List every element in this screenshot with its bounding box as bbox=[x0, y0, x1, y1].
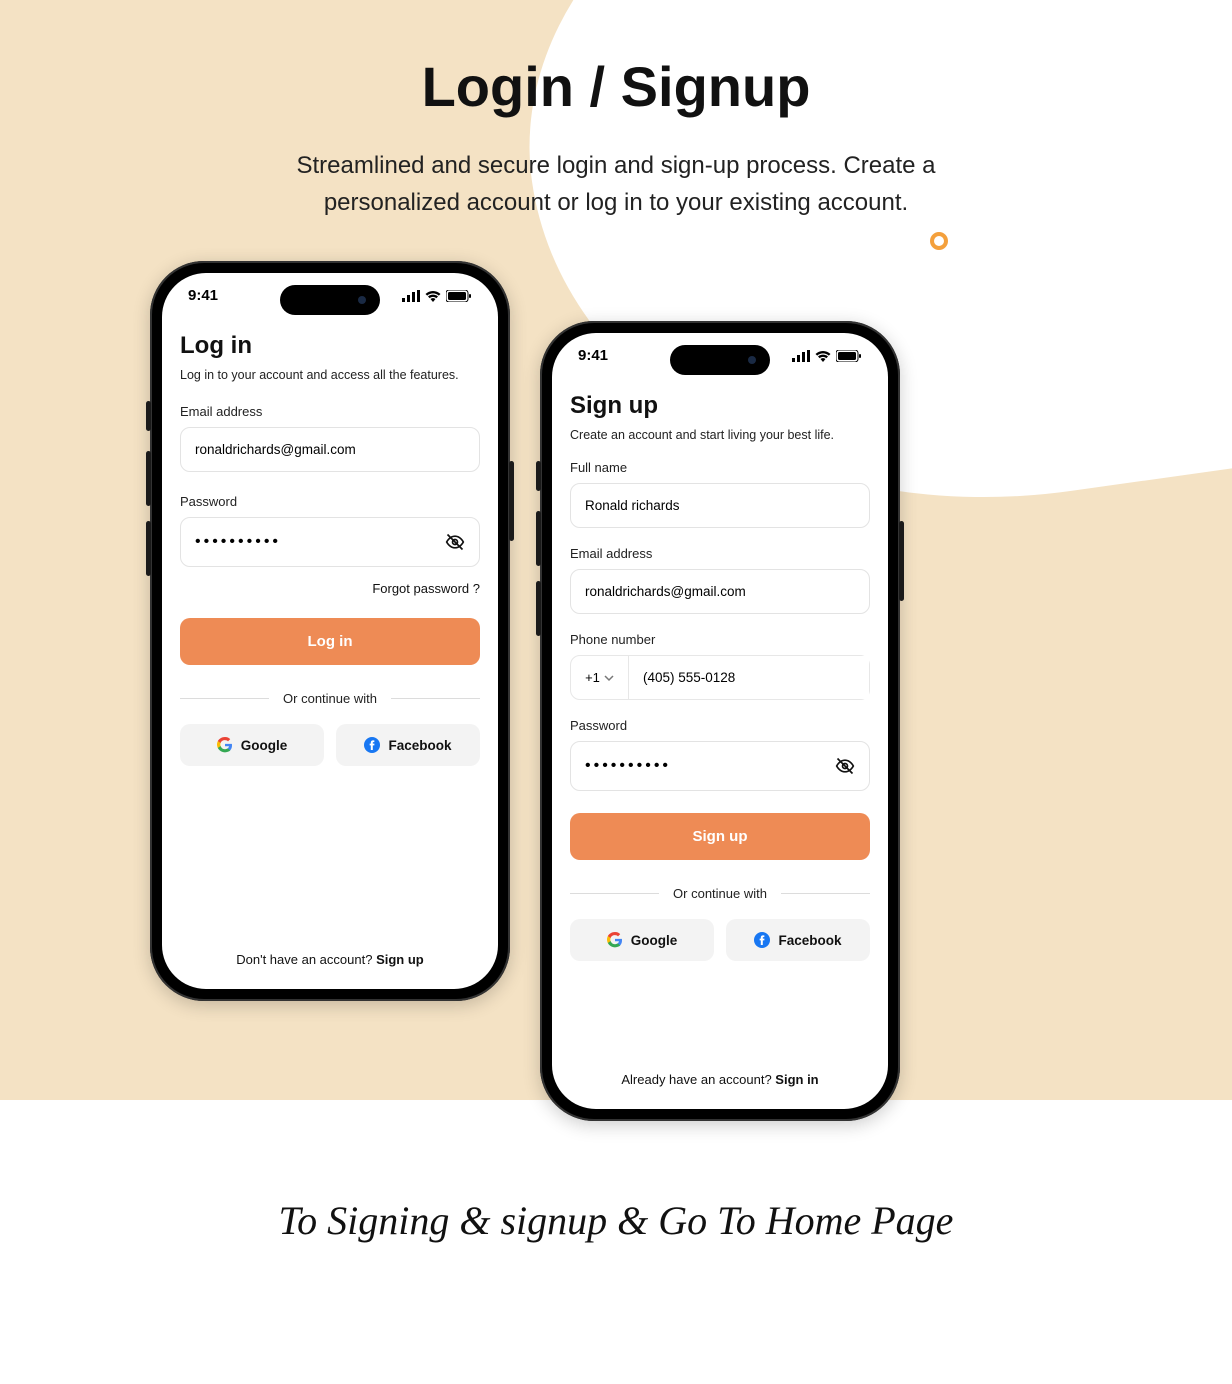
phone-side-button bbox=[509, 461, 514, 541]
footer-script-text: To Signing & signup & Go To Home Page bbox=[0, 1197, 1232, 1244]
battery-icon bbox=[446, 290, 472, 302]
forgot-password-link[interactable]: Forgot password ? bbox=[180, 581, 480, 596]
signup-phone-input[interactable] bbox=[629, 656, 869, 699]
signup-fullname-input[interactable] bbox=[585, 498, 855, 513]
facebook-icon bbox=[754, 932, 770, 948]
facebook-signup-button[interactable]: Facebook bbox=[726, 919, 870, 961]
facebook-label: Facebook bbox=[778, 933, 841, 948]
login-email-label: Email address bbox=[180, 404, 480, 419]
signup-link[interactable]: Sign up bbox=[376, 952, 424, 967]
login-password-input[interactable] bbox=[195, 533, 435, 551]
dial-code-select[interactable]: +1 bbox=[571, 656, 629, 699]
phone-side-button bbox=[536, 511, 541, 566]
google-label: Google bbox=[241, 738, 288, 753]
google-label: Google bbox=[631, 933, 678, 948]
phone-login: 9:41 Log in Log in to your account and a… bbox=[150, 261, 510, 1001]
page-subtitle: Streamlined and secure login and sign-up… bbox=[236, 147, 996, 221]
signup-fullname-label: Full name bbox=[570, 460, 870, 475]
phone-side-button bbox=[146, 401, 151, 431]
dynamic-island bbox=[280, 285, 380, 315]
signup-email-field[interactable] bbox=[570, 569, 870, 614]
signup-password-label: Password bbox=[570, 718, 870, 733]
login-subtitle: Log in to your account and access all th… bbox=[180, 368, 480, 382]
phone-side-button bbox=[146, 521, 151, 576]
signup-fullname-field[interactable] bbox=[570, 483, 870, 528]
signup-email-label: Email address bbox=[570, 546, 870, 561]
wifi-icon bbox=[425, 290, 441, 302]
eye-off-icon[interactable] bbox=[835, 756, 855, 776]
page-title: Login / Signup bbox=[0, 54, 1232, 119]
signup-subtitle: Create an account and start living your … bbox=[570, 428, 870, 442]
login-password-label: Password bbox=[180, 494, 480, 509]
status-time: 9:41 bbox=[578, 347, 608, 364]
google-login-button[interactable]: Google bbox=[180, 724, 324, 766]
status-time: 9:41 bbox=[188, 287, 218, 304]
login-title: Log in bbox=[180, 332, 480, 360]
facebook-icon bbox=[364, 737, 380, 753]
battery-icon bbox=[836, 350, 862, 362]
login-button[interactable]: Log in bbox=[180, 618, 480, 665]
google-signup-button[interactable]: Google bbox=[570, 919, 714, 961]
login-password-field[interactable] bbox=[180, 517, 480, 567]
signup-email-input[interactable] bbox=[585, 584, 855, 599]
chevron-down-icon bbox=[604, 673, 614, 683]
wifi-icon bbox=[815, 350, 831, 362]
phone-side-button bbox=[899, 521, 904, 601]
signup-divider: Or continue with bbox=[570, 886, 870, 901]
signup-switch-note: Already have an account? Sign in bbox=[552, 1072, 888, 1087]
signup-title: Sign up bbox=[570, 392, 870, 420]
cellular-icon bbox=[402, 290, 420, 302]
signup-password-field[interactable] bbox=[570, 741, 870, 791]
phone-side-button bbox=[536, 461, 541, 491]
dynamic-island bbox=[670, 345, 770, 375]
login-email-input[interactable] bbox=[195, 442, 465, 457]
signin-link[interactable]: Sign in bbox=[775, 1072, 818, 1087]
cellular-icon bbox=[792, 350, 810, 362]
phone-signup: 9:41 Sign up Create an account and start… bbox=[540, 321, 900, 1121]
facebook-label: Facebook bbox=[388, 738, 451, 753]
signup-phone-field[interactable]: +1 bbox=[570, 655, 870, 700]
google-icon bbox=[217, 737, 233, 753]
signup-button[interactable]: Sign up bbox=[570, 813, 870, 860]
signup-phone-label: Phone number bbox=[570, 632, 870, 647]
google-icon bbox=[607, 932, 623, 948]
phone-side-button bbox=[536, 581, 541, 636]
login-switch-note: Don't have an account? Sign up bbox=[162, 952, 498, 967]
login-email-field[interactable] bbox=[180, 427, 480, 472]
login-divider: Or continue with bbox=[180, 691, 480, 706]
facebook-login-button[interactable]: Facebook bbox=[336, 724, 480, 766]
phone-side-button bbox=[146, 451, 151, 506]
signup-password-input[interactable] bbox=[585, 757, 825, 775]
eye-off-icon[interactable] bbox=[445, 532, 465, 552]
